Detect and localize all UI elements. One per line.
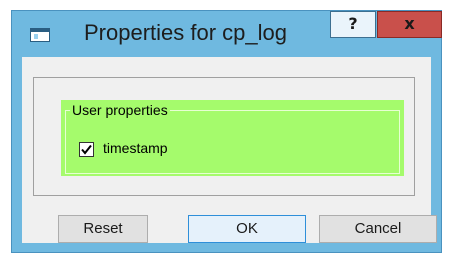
group-legend: User properties [70, 102, 170, 118]
properties-dialog: Properties for cp_log ? x User propertie… [11, 10, 442, 253]
cancel-button[interactable]: Cancel [319, 215, 437, 243]
close-button[interactable]: x [377, 11, 442, 38]
dialog-body: User properties timestamp Reset OK Cance… [22, 57, 437, 243]
title-bar[interactable]: Properties for cp_log ? x [12, 11, 442, 57]
user-properties-group: User properties timestamp [61, 100, 404, 176]
checkmark-icon [81, 144, 92, 155]
window-icon [30, 28, 50, 42]
reset-button[interactable]: Reset [58, 215, 148, 243]
ok-button[interactable]: OK [188, 215, 306, 243]
timestamp-label[interactable]: timestamp [103, 140, 168, 156]
help-button[interactable]: ? [330, 11, 376, 38]
window-title: Properties for cp_log [84, 20, 287, 45]
timestamp-checkbox[interactable] [79, 142, 94, 157]
